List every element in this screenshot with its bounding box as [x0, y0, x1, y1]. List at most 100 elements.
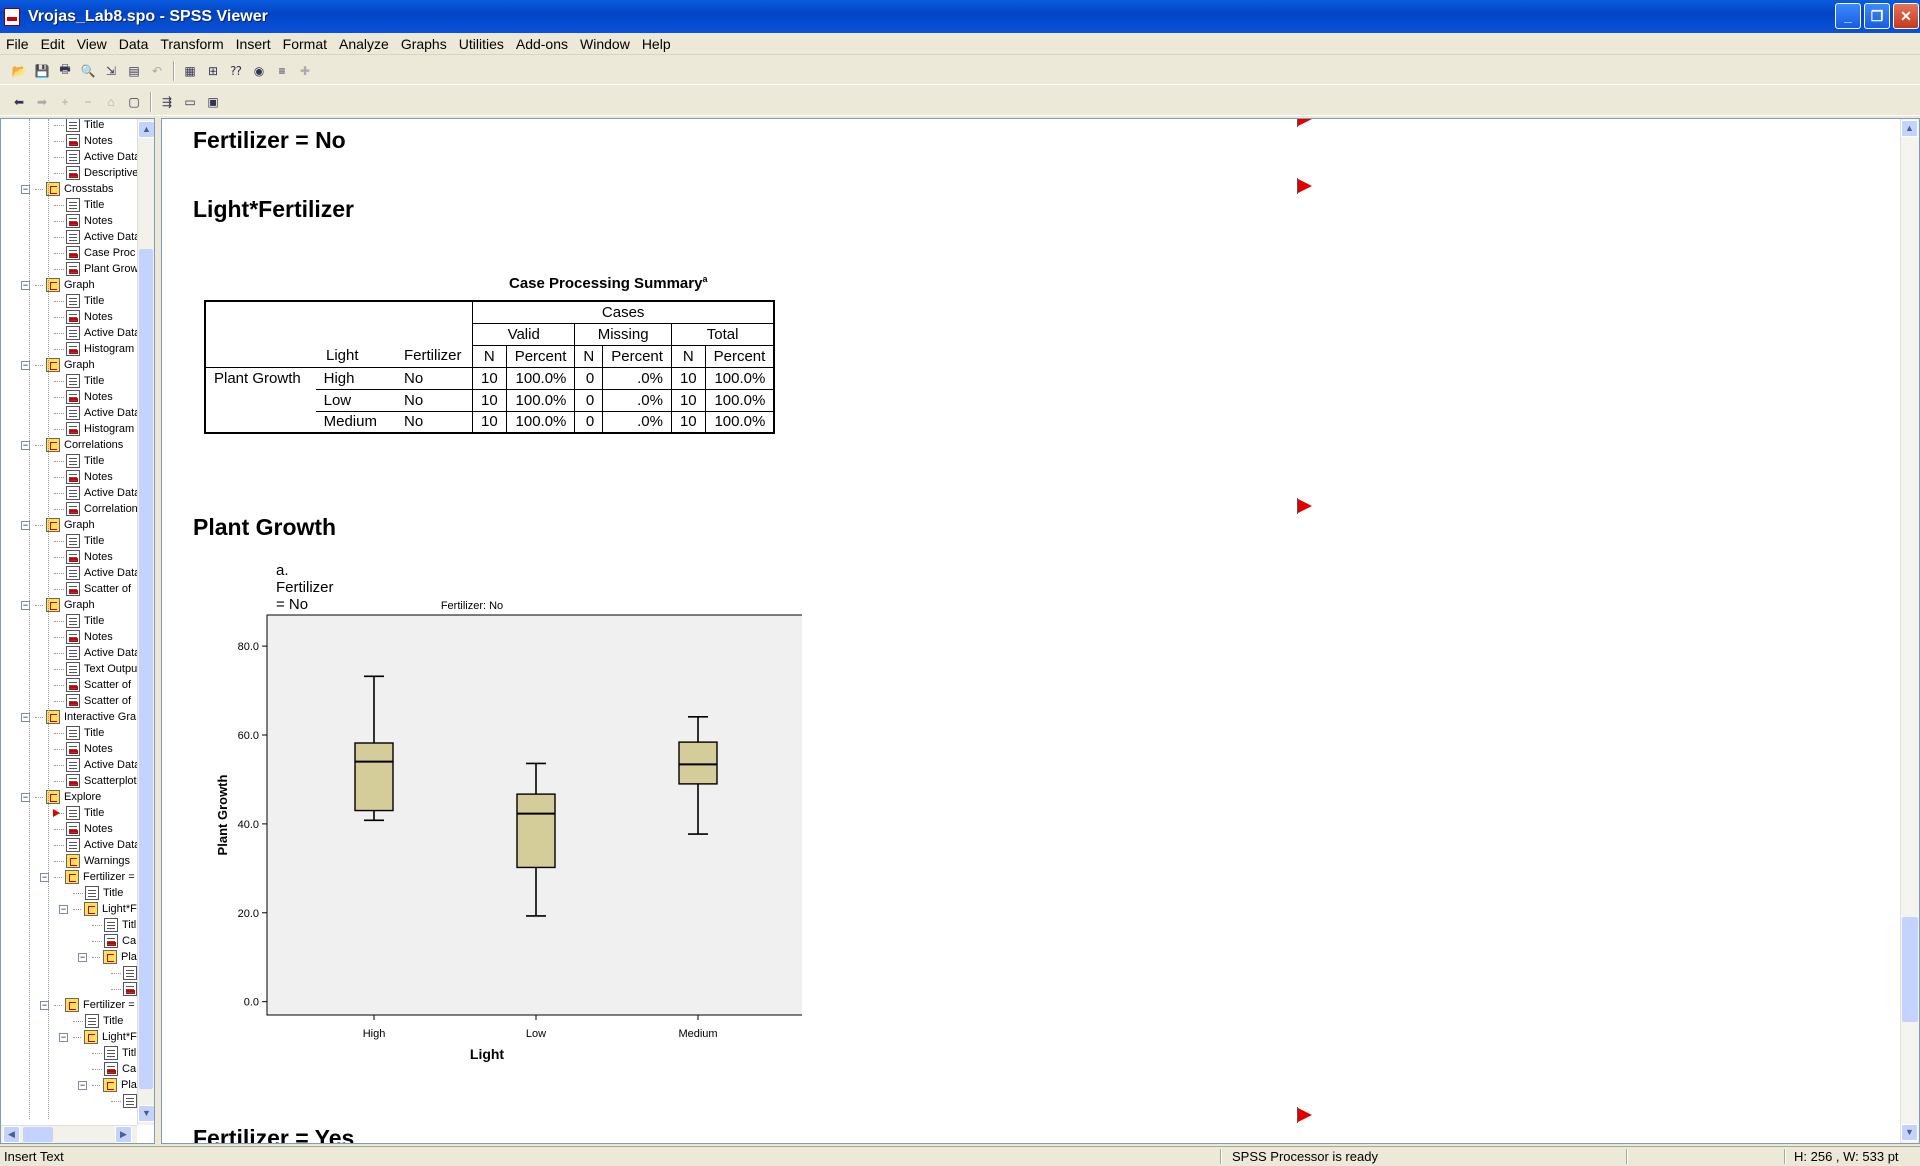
menu-utilities[interactable]: Utilities: [453, 36, 510, 52]
close-button[interactable]: ✕: [1893, 3, 1919, 29]
collapse-toggle-icon[interactable]: −: [78, 952, 87, 962]
outline-item[interactable]: − Graph: [21, 597, 95, 613]
demote-icon[interactable]: ➡: [31, 91, 53, 113]
menu-view[interactable]: View: [71, 36, 113, 52]
goto-case-icon[interactable]: ⊞: [202, 60, 224, 82]
outline-item[interactable]: Scatter of: [54, 677, 131, 693]
export-icon[interactable]: ⇲: [100, 60, 122, 82]
print-icon[interactable]: 🖶: [54, 60, 76, 82]
goto-data-icon[interactable]: ▦: [179, 60, 201, 82]
scroll-up-icon[interactable]: ▲: [1901, 120, 1918, 137]
save-icon[interactable]: 💾: [31, 60, 53, 82]
collapse-toggle-icon[interactable]: −: [59, 1032, 68, 1042]
open-icon[interactable]: 📂: [8, 60, 30, 82]
menu-insert[interactable]: Insert: [230, 36, 277, 52]
outline-item[interactable]: − Correlations: [21, 437, 123, 453]
outline-item[interactable]: Title: [73, 1013, 123, 1029]
outline-item[interactable]: Plant Grow: [54, 261, 138, 277]
scroll-down-icon[interactable]: ▼: [1901, 1124, 1918, 1141]
outline-item[interactable]: − Pla: [78, 1077, 137, 1093]
outline-item[interactable]: − Crosstabs: [21, 181, 114, 197]
outline-item[interactable]: Active Data: [54, 229, 140, 245]
heading-light-fertilizer[interactable]: Light*Fertilizer: [193, 196, 354, 223]
outline-item[interactable]: Notes: [54, 213, 113, 229]
viewer-scroll-thumb[interactable]: [1902, 917, 1918, 1022]
expand-icon[interactable]: +: [54, 91, 76, 113]
menu-data[interactable]: Data: [113, 36, 155, 52]
outline-item[interactable]: Scatterplot: [54, 773, 137, 789]
outline-item[interactable]: − Fertilizer =: [40, 997, 135, 1013]
outline-item[interactable]: Title: [54, 533, 104, 549]
outline-item[interactable]: Title: [54, 293, 104, 309]
outline-item[interactable]: Notes: [54, 821, 113, 837]
outline-item[interactable]: Case Proc: [54, 245, 135, 261]
outline-item[interactable]: Active Data: [54, 149, 140, 165]
outline-item[interactable]: − Graph: [21, 357, 95, 373]
outline-item[interactable]: Text Output: [54, 661, 140, 677]
collapse-icon[interactable]: −: [77, 91, 99, 113]
show-icon[interactable]: ⌂: [100, 91, 122, 113]
outline-item[interactable]: Ca: [92, 1061, 136, 1077]
outline-item[interactable]: Histogram: [54, 421, 134, 437]
outline-item[interactable]: Active Data: [54, 325, 140, 341]
heading-fertilizer-yes[interactable]: Fertilizer = Yes: [193, 1125, 354, 1143]
select-cases-icon[interactable]: ≡: [271, 60, 293, 82]
outline-item[interactable]: − Graph: [21, 277, 95, 293]
outline-item[interactable]: Active Data: [54, 485, 140, 501]
outline-item[interactable]: Notes: [54, 469, 113, 485]
outline-item[interactable]: Histogram: [54, 341, 134, 357]
outline-item[interactable]: Title: [54, 119, 104, 133]
collapse-toggle-icon[interactable]: −: [59, 904, 68, 914]
outline-item[interactable]: Title: [54, 197, 104, 213]
menu-edit[interactable]: Edit: [35, 36, 71, 52]
promote-icon[interactable]: ⬅: [8, 91, 30, 113]
outline-item[interactable]: − Pla: [78, 949, 137, 965]
menu-analyze[interactable]: Analyze: [333, 36, 395, 52]
outline-item[interactable]: Title: [54, 373, 104, 389]
outline-item[interactable]: Active Data: [54, 405, 140, 421]
outline-item[interactable]: Scatter of: [54, 693, 131, 709]
viewer-vertical-scrollbar[interactable]: ▲ ▼: [1900, 119, 1919, 1143]
use-sets-icon[interactable]: ◉: [248, 60, 270, 82]
outline-hscroll-thumb[interactable]: [23, 1127, 53, 1142]
outline-vertical-scrollbar[interactable]: ▲ ▼: [137, 119, 154, 1125]
outline-item[interactable]: Ca: [92, 933, 136, 949]
print-preview-icon[interactable]: 🔍: [77, 60, 99, 82]
outline-item[interactable]: − Light*F: [59, 1029, 137, 1045]
hide-icon[interactable]: ▢: [123, 91, 145, 113]
menu-addons[interactable]: Add-ons: [510, 36, 574, 52]
outline-item[interactable]: Notes: [54, 549, 113, 565]
insert-heading-icon[interactable]: ⇶: [156, 91, 178, 113]
outline-item[interactable]: Correlation: [54, 501, 138, 517]
menu-transform[interactable]: Transform: [154, 36, 229, 52]
insert-text-icon[interactable]: ▣: [202, 91, 224, 113]
minimize-button[interactable]: _: [1835, 3, 1861, 29]
outline-item[interactable]: Notes: [54, 133, 113, 149]
outline-item[interactable]: Descriptive: [54, 165, 138, 181]
scroll-left-icon[interactable]: ◀: [3, 1126, 20, 1143]
outline-item[interactable]: Active Data: [54, 645, 140, 661]
output-viewer-pane[interactable]: Fertilizer = No Light*Fertilizer Case Pr…: [161, 118, 1920, 1144]
boxplot-chart[interactable]: Fertilizer: No 0.0 20.0 40.0 60.0 80.0 High Low…: [202, 597, 802, 1097]
outline-item[interactable]: − Fertilizer =: [40, 869, 135, 885]
outline-horizontal-scrollbar[interactable]: ◀ ▶: [1, 1125, 137, 1143]
outline-item[interactable]: − Graph: [21, 517, 95, 533]
outline-item[interactable]: Warnings: [54, 853, 130, 869]
maximize-button[interactable]: ❐: [1864, 3, 1890, 29]
outline-item[interactable]: Titl: [92, 1045, 136, 1061]
outline-item[interactable]: Titl: [92, 917, 136, 933]
outline-item[interactable]: Title: [54, 725, 104, 741]
outline-item[interactable]: − Light*F: [59, 901, 137, 917]
outline-item[interactable]: − Interactive Gra: [21, 709, 136, 725]
outline-item[interactable]: Notes: [54, 741, 113, 757]
menu-window[interactable]: Window: [574, 36, 636, 52]
outline-item[interactable]: Active Data: [54, 565, 140, 581]
menu-graphs[interactable]: Graphs: [395, 36, 453, 52]
outline-item[interactable]: Active Data: [54, 757, 140, 773]
undo-icon[interactable]: ↶: [146, 60, 168, 82]
menu-file[interactable]: File: [0, 36, 35, 52]
heading-plant-growth[interactable]: Plant Growth: [193, 514, 336, 541]
menu-help[interactable]: Help: [636, 36, 677, 52]
dialog-recall-icon[interactable]: ▤: [123, 60, 145, 82]
outline-item[interactable]: Active Data: [54, 837, 140, 853]
